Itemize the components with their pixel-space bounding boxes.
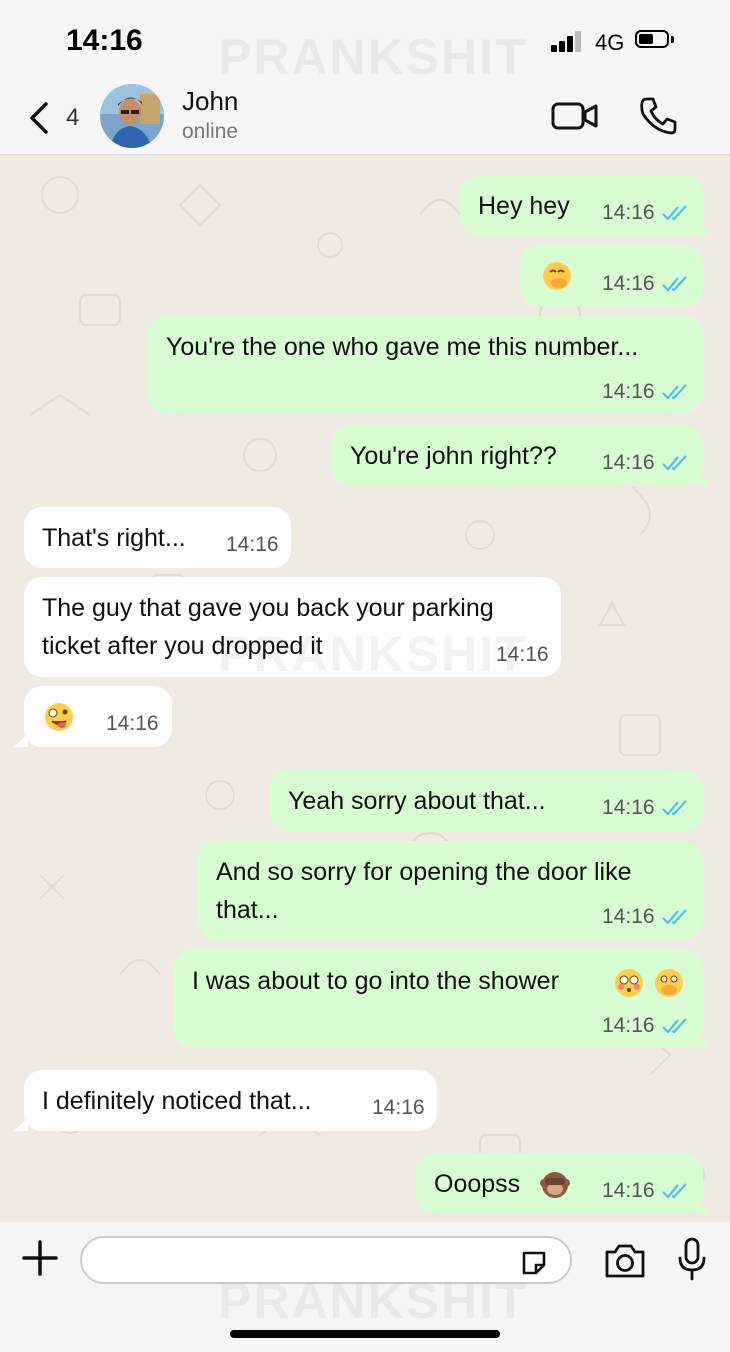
message-meta: 14:16	[602, 380, 689, 404]
message-meta: 14:16	[602, 201, 689, 225]
message-text: Hey hey	[478, 192, 570, 220]
message-meta: 14:16	[602, 1179, 689, 1203]
chat-area[interactable]: Hey hey 14:16 14:16 You're the one who g…	[0, 155, 730, 1222]
read-ticks-icon	[661, 384, 687, 400]
message-bubble-outgoing[interactable]: You're john right?? 14:16	[332, 425, 703, 486]
message-bubble-outgoing[interactable]: I was about to go into the shower 14:16	[174, 950, 703, 1048]
flushed-face-icon	[615, 969, 643, 997]
message-text-line: And so sorry for opening the door like	[216, 858, 632, 886]
zany-face-icon	[45, 703, 73, 731]
face-with-hand-over-mouth-icon	[543, 262, 571, 290]
message-time: 14:16	[602, 272, 655, 295]
message-time: 14:16	[602, 201, 655, 224]
message-bubble-outgoing[interactable]: And so sorry for opening the door like t…	[198, 841, 703, 939]
message-bubble-outgoing[interactable]: Hey hey 14:16	[460, 175, 703, 236]
contact-avatar[interactable]	[100, 84, 164, 148]
message-text: Ooopss	[434, 1170, 521, 1198]
message-text-line: that...	[216, 896, 279, 924]
read-ticks-icon	[661, 800, 687, 816]
message-meta: 14:16	[602, 272, 689, 296]
message-time: 14:16	[602, 796, 655, 819]
message-text: I was about to go into the shower	[192, 967, 559, 995]
message-input[interactable]	[98, 1244, 512, 1278]
battery-icon	[635, 30, 675, 50]
message-bubble-incoming[interactable]: 14:16	[24, 686, 172, 747]
message-time: 14:16	[602, 1179, 655, 1202]
camera-icon[interactable]	[603, 1240, 647, 1280]
message-text: Yeah sorry about that...	[288, 787, 546, 815]
face-with-open-eyes-and-hand-over-mouth-icon	[655, 969, 683, 997]
message-bubble-outgoing[interactable]: You're the one who gave me this number..…	[148, 316, 703, 413]
message-meta: 14:16	[602, 905, 689, 929]
read-ticks-icon	[661, 909, 687, 925]
composer-bar: PRANKSHIT	[0, 1222, 730, 1352]
message-bubble-incoming[interactable]: I definitely noticed that... 14:16	[24, 1070, 437, 1131]
message-text: That's right...	[42, 524, 186, 552]
message-time: 14:16	[106, 712, 159, 735]
message-time: 14:16	[226, 533, 279, 556]
message-text: You're the one who gave me this number..…	[166, 333, 639, 361]
message-meta: 14:16	[226, 533, 279, 557]
message-meta: 14:16	[106, 712, 159, 736]
message-text-line: The guy that gave you back your parking	[42, 594, 494, 622]
message-meta: 14:16	[496, 643, 549, 667]
watermark: PRANKSHIT	[218, 29, 528, 85]
contact-status: online	[182, 120, 239, 143]
unread-count[interactable]: 4	[66, 104, 79, 132]
back-chevron-icon[interactable]	[22, 98, 62, 138]
message-time: 14:16	[496, 643, 549, 666]
message-bubble-incoming[interactable]: That's right... 14:16	[24, 507, 291, 568]
plus-icon[interactable]	[20, 1238, 60, 1278]
message-meta: 14:16	[602, 451, 689, 475]
message-text: I definitely noticed that...	[42, 1087, 312, 1115]
message-bubble-outgoing[interactable]: Ooopss 14:16	[416, 1153, 703, 1214]
message-time: 14:16	[602, 1014, 655, 1037]
home-indicator	[230, 1330, 500, 1338]
see-no-evil-monkey-icon	[540, 1172, 570, 1198]
video-call-icon[interactable]	[550, 98, 600, 134]
network-type: 4G	[595, 30, 625, 55]
message-bubble-outgoing[interactable]: Yeah sorry about that... 14:16	[270, 770, 703, 831]
read-ticks-icon	[661, 205, 687, 221]
message-input-field[interactable]	[80, 1236, 572, 1284]
message-meta: 14:16	[602, 1014, 689, 1038]
microphone-icon[interactable]	[676, 1236, 708, 1282]
message-bubble-outgoing[interactable]: 14:16	[520, 246, 703, 307]
status-time: 14:16	[66, 24, 143, 57]
signal-icon	[551, 30, 587, 52]
message-text: You're john right??	[350, 442, 557, 470]
message-meta: 14:16	[602, 796, 689, 820]
read-ticks-icon	[661, 276, 687, 292]
message-text-line: ticket after you dropped it	[42, 632, 323, 660]
message-time: 14:16	[372, 1096, 425, 1119]
status-bar: 14:16 PRANKSHIT 4G	[0, 0, 730, 85]
message-time: 14:16	[602, 380, 655, 403]
contact-name[interactable]: John	[182, 86, 238, 117]
message-meta: 14:16	[372, 1096, 425, 1120]
read-ticks-icon	[661, 1183, 687, 1199]
message-bubble-incoming[interactable]: The guy that gave you back your parking …	[24, 577, 561, 677]
read-ticks-icon	[661, 1018, 687, 1034]
read-ticks-icon	[661, 455, 687, 471]
chat-header: 4 John online	[0, 80, 730, 155]
phone-call-icon[interactable]	[636, 94, 680, 138]
sticker-icon[interactable]	[520, 1249, 548, 1277]
message-time: 14:16	[602, 905, 655, 928]
message-time: 14:16	[602, 451, 655, 474]
